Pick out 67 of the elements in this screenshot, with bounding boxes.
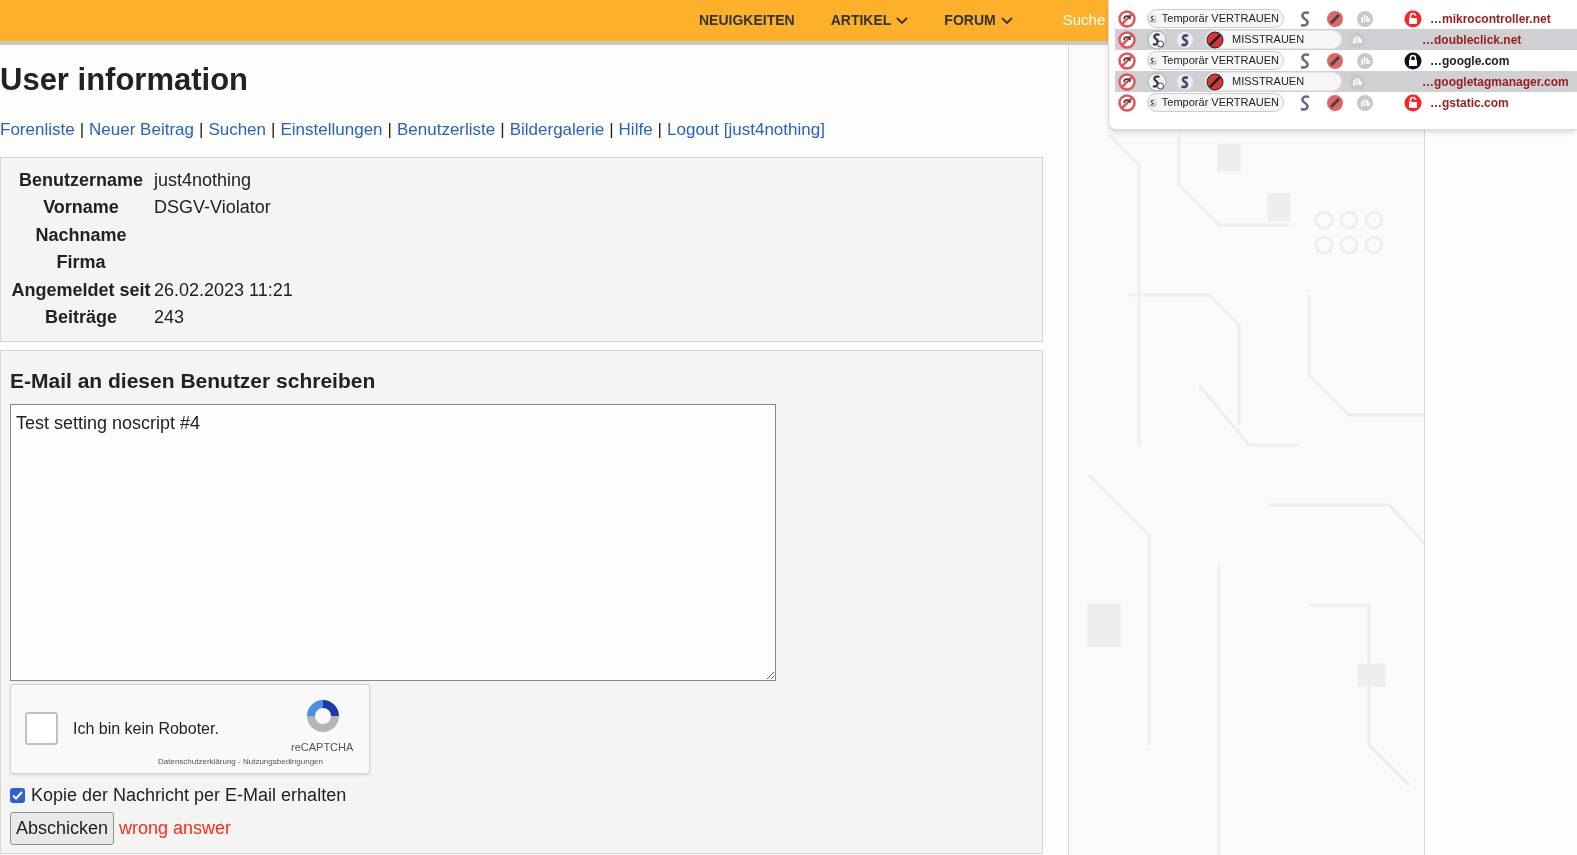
nav-link[interactable]: Bildergalerie (509, 117, 605, 143)
copy-label: Kopie der Nachricht per E-Mail erhalten (31, 783, 347, 807)
captcha-brand: reCAPTCHA (291, 739, 354, 755)
blocked-icon (1118, 30, 1136, 49)
blocked-icon (1118, 9, 1136, 28)
separator: | (197, 119, 205, 141)
section-heading: E-Mail an diesen Benutzer schreiben (10, 367, 377, 394)
trust-level-pill[interactable]: Temporär VERTRAUEN (1147, 93, 1284, 112)
field-label: Beiträge (45, 307, 117, 328)
field-label: Nachname (35, 224, 127, 245)
field-value: 26.02.2023 11:21 (154, 279, 293, 300)
error-message: wrong answer (119, 816, 232, 840)
distrust-icon (1326, 93, 1344, 112)
script-icon (1298, 93, 1312, 112)
field-value: DSGV-Violator (154, 197, 271, 218)
chevron-down-icon (896, 16, 909, 25)
captcha-checkbox[interactable] (25, 712, 58, 745)
separator: | (78, 119, 86, 141)
domain-label: …mikrocontroller.net (1430, 10, 1551, 28)
separator: | (270, 119, 277, 141)
trust-level-pill[interactable]: Temporär VERTRAUEN (1147, 9, 1284, 28)
distrust-icon (1206, 30, 1224, 49)
script-icon (1176, 72, 1194, 91)
script-icon (1176, 30, 1194, 49)
nav-link[interactable]: Einstellungen (280, 117, 383, 143)
captcha-label: Ich bin kein Roboter. (73, 718, 219, 739)
captcha-terms-links[interactable]: Datenschutzerklärung - Nutzungsbedingungen (158, 755, 323, 768)
separator: | (656, 119, 664, 141)
nav-link[interactable]: ARTIKEL (830, 10, 909, 31)
blocked-icon (1118, 93, 1136, 112)
page-title: User information (0, 61, 250, 99)
trust-level-pill[interactable]: MISSTRAUEN (1205, 72, 1342, 91)
domain-label: …doubleclick.net (1422, 31, 1522, 49)
nav-link[interactable]: Benutzerliste (396, 117, 496, 143)
nav-link[interactable]: Forenliste (0, 117, 75, 143)
separator: | (499, 119, 506, 141)
nav-link[interactable]: Neuer Beitrag (89, 117, 194, 143)
domain-label: …googletagmanager.com (1422, 73, 1569, 91)
field-label: Vorname (43, 197, 119, 218)
blocked-icon (1118, 72, 1136, 91)
message-field[interactable]: Test setting noscript #4 (10, 403, 776, 681)
nav-link[interactable]: FORUM (944, 10, 1013, 31)
distrust-icon (1326, 9, 1344, 28)
nav-link[interactable]: Logout [just4nothing] (667, 117, 825, 143)
trust-level-pill[interactable]: Temporär VERTRAUEN (1147, 51, 1284, 70)
script-icon (1298, 51, 1312, 70)
distrust-icon (1326, 51, 1344, 70)
domain-label: …google.com (1430, 52, 1510, 70)
field-label: Firma (56, 252, 106, 273)
checkmark-icon (12, 790, 23, 800)
script-icon (1298, 9, 1312, 28)
field-label: Angemeldet seit (11, 279, 151, 300)
trust-level-pill[interactable]: MISSTRAUEN (1205, 30, 1342, 49)
blocked-icon (1118, 51, 1136, 70)
domain-label: …gstatic.com (1430, 94, 1509, 112)
chevron-down-icon (1000, 16, 1013, 25)
copy-checkbox[interactable] (10, 787, 25, 803)
nav-link[interactable]: NEUIGKEITEN (699, 10, 795, 31)
nav-link[interactable]: Hilfe (618, 117, 653, 143)
field-value: 243 (154, 307, 185, 328)
submit-button[interactable]: Abschicken (10, 811, 115, 845)
field-label: Benutzername (19, 169, 143, 190)
separator: | (608, 119, 615, 141)
field-value: just4nothing (154, 169, 252, 190)
separator: | (386, 119, 393, 141)
distrust-icon (1206, 72, 1224, 91)
nav-link[interactable]: Suchen (208, 117, 267, 143)
